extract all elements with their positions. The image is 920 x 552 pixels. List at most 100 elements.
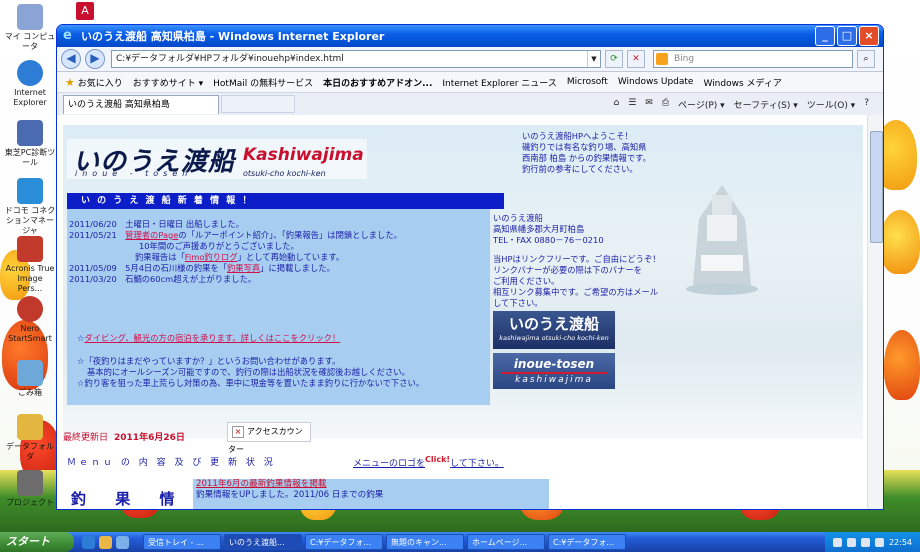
search-icon[interactable]: ⌕ — [857, 50, 875, 68]
catch-photo-link[interactable]: 釣果写真 — [227, 263, 260, 273]
desktop-icon-data-folder[interactable]: データフォルダ — [4, 414, 56, 462]
news-list: 2011/06/20 土曜日・日曜日 出船しました。 2011/05/21 管理… — [67, 209, 490, 323]
address-text: C:¥データフォルダ¥HPフォルダ¥inouehp¥index.html — [116, 54, 344, 64]
desktop-icon-my-computer[interactable]: マイ コンピュータ — [4, 4, 56, 52]
menu-instruction: メニューのロゴをClick!して下さい。 — [353, 455, 504, 469]
ie-quicklaunch-icon[interactable] — [82, 535, 95, 549]
favbar-item[interactable]: 本日のおすすめアドオン... — [323, 76, 432, 89]
desktop-icon-label: Acronis True Image Pers... — [5, 264, 55, 293]
safety-menu[interactable]: セーフティ(S) ▾ — [734, 98, 798, 111]
folder-icon — [17, 414, 43, 440]
contact-line: 当HPはリンクフリーです。ご自由にどうぞ！ — [493, 254, 661, 264]
computer-icon — [17, 4, 43, 30]
taskbar-button[interactable]: ホームページ... — [467, 534, 545, 550]
desktop-icon-label: ごみ箱 — [18, 388, 42, 397]
contact-line: TEL・FAX 0880－76－0210 — [493, 235, 604, 245]
help-icon[interactable]: ? — [864, 98, 869, 111]
desktop-icon-nero[interactable]: Nero StartSmart — [4, 296, 56, 344]
tray-icon[interactable] — [860, 537, 870, 547]
scroll-thumb[interactable] — [870, 131, 883, 243]
news-item: 2011/03/20 石鯛の60cm超えが上がりました。 — [67, 274, 490, 285]
chevron-down-icon[interactable]: ▼ — [587, 51, 600, 67]
favbar-item[interactable]: Windows Update — [618, 77, 694, 87]
news-text: 釣果報告は「 — [135, 252, 185, 262]
desktop-icon-toshiba-diag[interactable]: 東芝PC診断ツール — [4, 120, 56, 168]
favbar-item[interactable]: HotMail の無料サービス — [213, 76, 313, 89]
info-line: ☆「夜釣りはまだやっていますか？」というお問い合わせがあります。 — [77, 356, 341, 366]
news-text: 土曜日・日曜日 出船しました。 — [125, 219, 244, 229]
vertical-scrollbar[interactable] — [867, 115, 883, 509]
nero-icon — [17, 296, 43, 322]
page-content: いのうえ渡船 Kashiwajima inoue - tosen otsuki-… — [57, 115, 867, 509]
news-date: 2011/06/20 — [69, 219, 117, 229]
desktop-icon-internet-explorer[interactable]: Internet Explorer — [4, 60, 56, 108]
june-catch-link[interactable]: 2011年6月の最新釣果情報を掲載 — [193, 479, 549, 490]
admin-page-link[interactable]: 管理者のPage — [125, 230, 178, 240]
tray-icon[interactable] — [832, 537, 842, 547]
mail-icon[interactable]: ✉ — [645, 98, 653, 111]
link-banner-2[interactable]: inoue-tosen kashiwajima — [493, 353, 615, 389]
tray-icon[interactable] — [846, 537, 856, 547]
tools-menu[interactable]: ツール(O) ▾ — [807, 98, 856, 111]
menu-link[interactable]: メニューのロゴを — [353, 459, 425, 469]
favbar-item[interactable]: Microsoft — [567, 77, 608, 87]
new-tab-button[interactable] — [221, 95, 295, 113]
page-menu[interactable]: ページ(P) ▾ — [678, 98, 725, 111]
tab-label: いのうえ渡船 高知県柏島 — [68, 99, 170, 110]
info-line: 基本的にオールシーズン可能ですので、釣行の際は出船状況を確認後お越しください。 — [87, 367, 410, 377]
link-banner-1[interactable]: いのうえ渡船 kashiwajima otsuki-cho kochi-ken — [493, 311, 615, 349]
desktop-icon-acronis[interactable]: Acronis True Image Pers... — [4, 236, 56, 294]
desktop-icon-label: データフォルダ — [6, 442, 54, 461]
system-tray: 22:54 — [824, 532, 920, 552]
tray-icon[interactable] — [874, 537, 884, 547]
search-input[interactable]: Bing — [653, 50, 853, 68]
news-date: 2011/05/21 — [69, 230, 117, 240]
maximize-button[interactable]: □ — [837, 26, 857, 46]
refresh-icon[interactable]: ⟳ — [605, 50, 623, 68]
lodging-link[interactable]: ダイビング、観光の方の宿泊を承ります。詳しくはここをクリック！ — [84, 333, 340, 343]
close-button[interactable]: × — [859, 26, 879, 46]
stop-icon[interactable]: ✕ — [627, 50, 645, 68]
news-date: 2011/03/20 — [69, 274, 117, 284]
taskbar-button[interactable]: 受信トレイ - ... — [143, 534, 221, 550]
taskbar-button[interactable]: C:¥データフォ... — [548, 534, 626, 550]
desktop-quicklaunch-icon[interactable] — [116, 535, 129, 549]
contact-line: 高知県幡多郡大月町柏島 — [493, 224, 585, 234]
favbar-item[interactable]: Windows メディア — [703, 76, 781, 89]
desktop-icon-label: マイ コンピュータ — [4, 32, 56, 51]
favbar-item[interactable]: おすすめサイト ▾ — [133, 76, 203, 89]
news-text: 」として再始動しています。 — [237, 252, 345, 262]
tab-current[interactable]: いのうえ渡船 高知県柏島 — [63, 94, 219, 114]
boat-image — [686, 185, 758, 295]
bing-icon — [656, 53, 668, 65]
desktop-icon-docomo[interactable]: ドコモ コネクションマネージャ — [4, 178, 56, 236]
command-bar: ⌂ ☰ ✉ ⎙ ページ(P) ▾ セーフティ(S) ▾ ツール(O) ▾ ? — [613, 98, 869, 111]
address-input[interactable]: C:¥データフォルダ¥HPフォルダ¥inouehp¥index.html ▼ — [111, 50, 601, 68]
print-icon[interactable]: ⎙ — [662, 98, 669, 111]
pdf-shortcut-icon[interactable]: A — [76, 2, 94, 20]
clock[interactable]: 22:54 — [889, 538, 912, 547]
back-arrow-icon[interactable]: ◀ — [61, 49, 81, 69]
contact-line — [493, 246, 671, 254]
favorites-button[interactable]: ★ お気に入り — [65, 76, 123, 89]
start-button[interactable]: スタート — [0, 532, 74, 552]
menu-link[interactable]: して下さい。 — [450, 459, 504, 469]
mail-quicklaunch-icon[interactable] — [99, 535, 112, 549]
banner-sub: kashiwajima — [515, 375, 593, 385]
ie-icon — [17, 60, 43, 86]
forward-arrow-icon[interactable]: ▶ — [85, 49, 105, 69]
taskbar-button[interactable]: いのうえ渡船... — [224, 534, 302, 550]
favbar-item[interactable]: Internet Explorer ニュース — [442, 76, 556, 89]
desktop-icon-recycle-bin[interactable]: ごみ箱 — [4, 360, 56, 398]
home-icon[interactable]: ⌂ — [613, 98, 619, 111]
banner-title: いのうえ渡船 — [508, 315, 599, 333]
taskbar-button[interactable]: 無題のキャン... — [386, 534, 464, 550]
taskbar-button[interactable]: C:¥データフォ... — [305, 534, 383, 550]
fimo-log-link[interactable]: Fimo釣りログ — [185, 252, 238, 262]
site-logo: いのうえ渡船 Kashiwajima inoue - tosen otsuki-… — [67, 139, 367, 179]
logo-sub: inoue - tosen — [75, 169, 193, 178]
feeds-icon[interactable]: ☰ — [628, 98, 636, 111]
minimize-button[interactable]: _ — [815, 26, 835, 46]
desktop-icon-project[interactable]: プロジェクト — [4, 470, 56, 508]
title-bar[interactable]: e いのうえ渡船 高知県柏島 - Windows Internet Explor… — [57, 25, 883, 47]
